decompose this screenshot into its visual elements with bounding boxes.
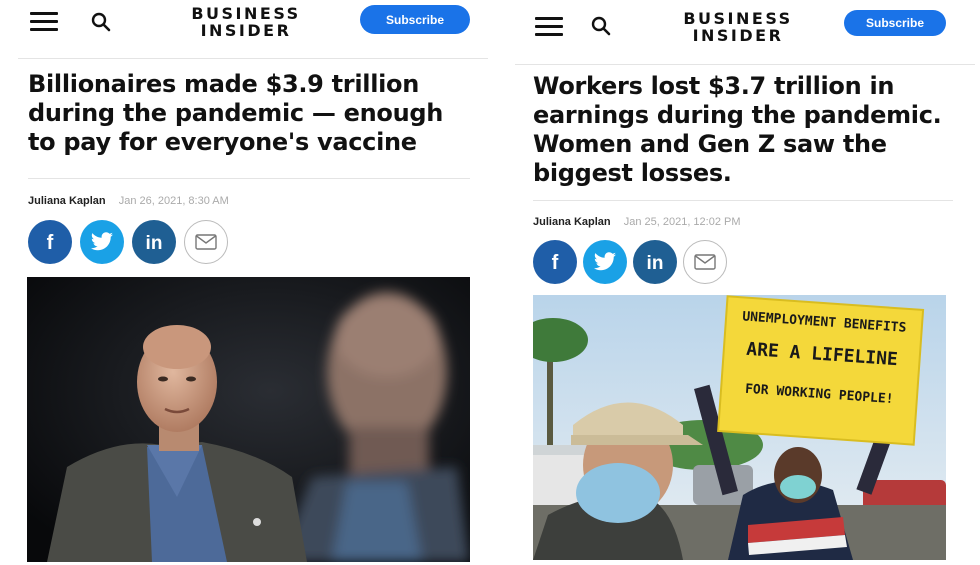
business-insider-logo[interactable]: BUSINESS INSIDER (670, 10, 806, 44)
header-divider (515, 64, 975, 65)
search-icon[interactable] (590, 15, 612, 37)
article-photo (27, 277, 470, 562)
twitter-share-button[interactable] (583, 240, 627, 284)
email-share-button[interactable] (184, 220, 228, 264)
svg-text:f: f (552, 252, 559, 273)
subscribe-button[interactable]: Subscribe (844, 10, 946, 36)
svg-text:f: f (47, 232, 54, 253)
logo-line-2: INSIDER (200, 21, 292, 40)
share-buttons: f in (28, 220, 228, 264)
article-headline: Workers lost $3.7 trillion in earnings d… (533, 72, 942, 187)
search-icon[interactable] (90, 11, 112, 33)
facebook-icon: f (552, 252, 559, 273)
linkedin-share-button[interactable]: in (132, 220, 176, 264)
svg-text:in: in (647, 253, 664, 273)
sign-line-1: UNEMPLOYMENT BENEFITS (741, 309, 907, 336)
business-insider-logo[interactable]: BUSINESS INSIDER (178, 5, 314, 39)
share-buttons: f in (533, 240, 727, 284)
twitter-icon (594, 252, 616, 271)
sign-line-2: ARE A LIFELINE (745, 338, 899, 371)
menu-icon[interactable] (535, 17, 563, 37)
linkedin-icon: in (647, 253, 664, 273)
publish-date: Jan 26, 2021, 8:30 AM (118, 195, 229, 207)
byline: Juliana Kaplan Jan 25, 2021, 12:02 PM (533, 216, 741, 228)
menu-icon[interactable] (30, 12, 58, 32)
facebook-icon: f (47, 232, 54, 253)
facebook-share-button[interactable]: f (28, 220, 72, 264)
article-photo: UNEMPLOYMENT BENEFITS ARE A LIFELINE FOR… (533, 295, 946, 560)
svg-text:in: in (146, 233, 163, 253)
protest-sign: UNEMPLOYMENT BENEFITS ARE A LIFELINE FOR… (726, 303, 918, 409)
subscribe-button[interactable]: Subscribe (360, 5, 470, 34)
linkedin-share-button[interactable]: in (633, 240, 677, 284)
author-name[interactable]: Juliana Kaplan (28, 195, 106, 207)
headline-divider (28, 178, 470, 179)
facebook-share-button[interactable]: f (533, 240, 577, 284)
email-icon (195, 234, 217, 250)
right-article-screenshot: BUSINESS INSIDER Subscribe Workers lost … (510, 0, 980, 565)
email-share-button[interactable] (683, 240, 727, 284)
twitter-share-button[interactable] (80, 220, 124, 264)
email-icon (694, 254, 716, 270)
logo-line-1: BUSINESS (683, 9, 793, 28)
panel-gap (490, 0, 510, 565)
headline-divider (533, 200, 953, 201)
top-bar: BUSINESS INSIDER Subscribe (510, 0, 980, 48)
byline: Juliana Kaplan Jan 26, 2021, 8:30 AM (28, 195, 229, 207)
author-name[interactable]: Juliana Kaplan (533, 216, 611, 228)
top-bar: BUSINESS INSIDER Subscribe (0, 0, 490, 48)
article-headline: Billionaires made $3.9 trillion during t… (28, 70, 444, 156)
left-article-screenshot: BUSINESS INSIDER Subscribe Billionaires … (0, 0, 490, 565)
logo-line-2: INSIDER (692, 26, 784, 45)
logo-line-1: BUSINESS (191, 4, 301, 23)
twitter-icon (91, 232, 113, 251)
header-divider (18, 58, 488, 59)
linkedin-icon: in (146, 233, 163, 253)
publish-date: Jan 25, 2021, 12:02 PM (623, 216, 741, 228)
